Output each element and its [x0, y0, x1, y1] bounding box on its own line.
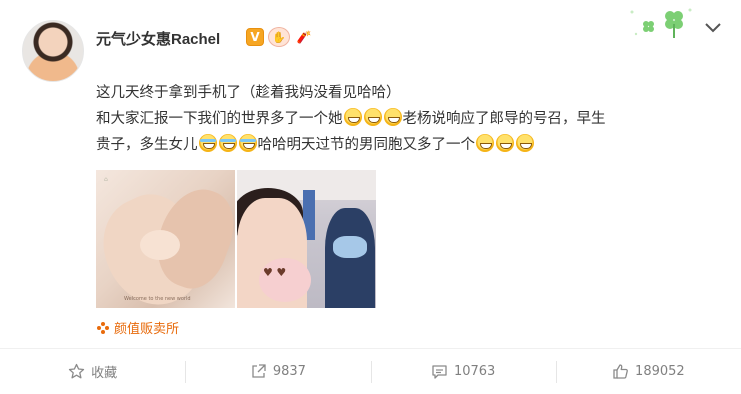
clover-icon	[630, 8, 692, 38]
hospital-family-photo[interactable]: ♥ ♥	[237, 170, 376, 308]
comment-icon	[432, 365, 447, 379]
post-line-3-part-1: 贵子，多生女儿	[96, 137, 198, 153]
user-badges: V ✋ 🧨	[246, 27, 314, 47]
username[interactable]: 元气少女惠Rachel	[96, 28, 220, 49]
hee-hee-icon	[516, 134, 534, 152]
favorite-label: 收藏	[91, 366, 118, 381]
share-button[interactable]: 9837	[185, 349, 370, 394]
post-line-2-part-1: 和大家汇报一下我们的世界多了一个她	[96, 111, 343, 127]
newborn-baby	[259, 258, 311, 302]
post-line-2-part-2: 老杨说响应了郎导的号召，早生	[402, 111, 606, 127]
weibo-post-card: 元气少女惠Rachel V ✋ 🧨 这几天终于拿到手机了（趁着我妈没看见哈哈） …	[0, 0, 741, 394]
post-line-3-part-2: 哈哈明天过节的男同胞又多了一个	[257, 137, 476, 153]
comment-button[interactable]: 10763	[370, 349, 556, 394]
shop-link[interactable]: 颜值贩卖所	[96, 318, 179, 337]
hee-hee-icon	[476, 134, 494, 152]
flower-icon	[97, 321, 109, 334]
post-line-3: 贵子，多生女儿 哈哈明天过节的男同胞又多了一个	[96, 132, 722, 158]
camera-watermark: ⌂	[104, 176, 108, 183]
photo-caption: Welcome to the new world	[124, 296, 191, 302]
v-verified-icon[interactable]: V	[246, 28, 264, 46]
comment-count: 10763	[453, 364, 496, 379]
favorite-button[interactable]: 收藏	[0, 349, 185, 394]
share-icon	[252, 364, 266, 378]
baby-hand-photo[interactable]: ⌂ Welcome to the new world	[96, 170, 235, 308]
cry-laugh-icon	[198, 134, 217, 152]
share-count: 9837	[272, 364, 306, 379]
post-line-2: 和大家汇报一下我们的世界多了一个她 老杨说响应了郎导的号召，早生	[96, 106, 722, 132]
heart-sticker-icon: ♥ ♥	[263, 266, 287, 279]
post-text: 这几天终于拿到手机了（趁着我妈没看见哈哈） 和大家汇报一下我们的世界多了一个她 老…	[96, 80, 722, 158]
shop-label[interactable]: 颜值贩卖所	[114, 318, 179, 337]
thumbs-up-icon	[613, 364, 628, 379]
firecracker-icon[interactable]: 🧨	[294, 27, 314, 47]
cry-laugh-icon	[238, 134, 257, 152]
grin-icon	[363, 108, 382, 126]
post-line-1: 这几天终于拿到手机了（趁着我妈没看见哈哈）	[96, 85, 401, 101]
avatar[interactable]	[22, 20, 84, 82]
action-bar: 收藏 9837 10763 189052	[0, 349, 741, 394]
like-count: 189052	[635, 364, 685, 379]
baby-hand	[140, 230, 180, 260]
like-button[interactable]: 189052	[555, 349, 741, 394]
grin-icon	[383, 108, 402, 126]
face-mask	[333, 236, 367, 258]
fan-hand-icon[interactable]: ✋	[268, 27, 290, 47]
father	[325, 208, 375, 308]
cry-laugh-icon	[218, 134, 237, 152]
star-icon	[68, 363, 85, 379]
grin-icon	[343, 108, 362, 126]
chevron-down-icon[interactable]	[704, 22, 722, 34]
hee-hee-icon	[496, 134, 514, 152]
